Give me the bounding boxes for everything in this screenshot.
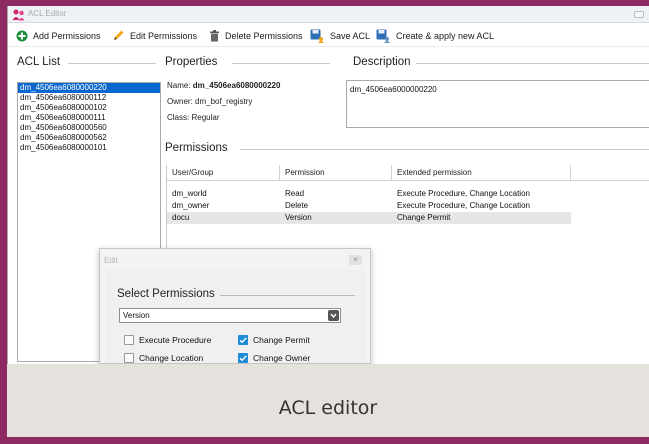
window-title: ACL Editor [28,9,67,18]
create-apply-acl-button[interactable]: Create & apply new ACL [376,28,494,43]
description-field[interactable]: dm_4506ea6000000220 [346,80,649,128]
acl-list-item[interactable]: dm_4506ea6080000101 [18,143,160,153]
acl-list-item[interactable]: dm_4506ea6080000562 [18,133,160,143]
close-button[interactable]: × [349,255,362,265]
name-property: Name: dm_4506ea6080000220 [167,81,280,90]
description-heading: Description [353,56,416,68]
properties-divider [232,63,330,64]
caption-panel: ACL editor [7,364,649,437]
change-location-checkbox[interactable]: Change Location [124,353,203,363]
delete-permissions-label: Delete Permissions [225,30,303,41]
permission-select-value: Version [123,311,150,320]
description-divider [413,63,649,64]
owner-property: Owner: dm_bof_registry [167,97,252,106]
owner-value: dm_bof_registry [195,97,253,106]
table-row[interactable]: docu Version Change Permit [167,212,571,224]
acl-list-item[interactable]: dm_4506ea6080000560 [18,123,160,133]
edit-permissions-button[interactable]: Edit Permissions [112,28,197,43]
execute-procedure-checkbox[interactable]: Execute Procedure [124,335,211,345]
column-header-extended-permission[interactable]: Extended permission [392,165,571,181]
permission-select[interactable]: Version [119,308,341,323]
toolbar: Add Permissions Edit Permissions Delete … [8,23,649,47]
extended-permission-cell: Execute Procedure, Change Location [397,189,530,198]
acl-list-heading: ACL List [17,56,66,68]
checkbox-label: Execute Procedure [139,335,212,345]
permissions-divider [240,149,649,150]
permission-cell: Read [285,189,305,198]
permission-cell: Delete [285,201,309,210]
acl-list-item[interactable]: dm_4506ea6080000111 [18,113,160,123]
checkbox-box[interactable] [238,335,248,345]
class-label: Class: [167,113,190,122]
chevron-down-icon[interactable] [328,310,339,321]
add-permissions-label: Add Permissions [33,30,101,41]
permissions-table-header: User/Group Permission Extended permissio… [167,165,649,181]
permissions-heading: Permissions [165,142,233,154]
checkbox-box[interactable] [124,335,134,345]
edit-dialog: Edit × Select Permissions Version Execut… [99,248,371,364]
change-permit-checkbox[interactable]: Change Permit [238,335,310,345]
save-acl-icon [310,29,324,43]
class-value: Regular [191,113,220,122]
acl-list-item[interactable]: dm_4506ea6080000220 [18,83,160,93]
trash-icon [210,29,219,41]
checkbox-box[interactable] [124,353,134,363]
acl-list-divider [68,63,156,64]
owner-label: Owner: [167,97,193,106]
acl-list-item[interactable]: dm_4506ea6080000102 [18,103,160,113]
select-permissions-heading: Select Permissions [117,288,215,300]
name-value: dm_4506ea6080000220 [192,81,281,90]
plus-circle-icon [16,30,28,41]
caption-text: ACL editor [278,397,378,419]
checkbox-label: Change Owner [253,353,311,363]
pencil-icon [114,30,124,40]
checkbox-label: Change Location [139,353,204,363]
save-acl-label: Save ACL [330,30,371,41]
acl-list-item[interactable]: dm_4506ea6080000112 [18,93,160,103]
add-permissions-button[interactable]: Add Permissions [16,28,101,43]
user-group-cell: docu [172,213,190,222]
title-bar: ACL Editor [8,6,649,23]
edit-permissions-label: Edit Permissions [130,30,198,41]
checkbox-label: Change Permit [253,335,310,345]
edit-dialog-title: Edit [104,256,118,265]
extended-permission-cell: Change Permit [397,213,451,222]
user-group-cell: dm_owner [172,201,210,210]
extended-permission-cell: Execute Procedure, Change Location [397,201,530,210]
checkbox-box[interactable] [238,353,248,363]
check-icon [239,355,247,362]
window-control-button[interactable] [634,11,644,18]
delete-permissions-button[interactable]: Delete Permissions [209,28,303,43]
name-label: Name: [167,81,191,90]
edit-dialog-body: Select Permissions Version Execute Proce… [106,269,366,363]
column-header-user-group[interactable]: User/Group [167,165,280,181]
table-row[interactable]: dm_world Read Execute Procedure, Change … [167,188,571,200]
acl-app-icon [12,9,25,21]
properties-heading: Properties [165,56,223,68]
user-group-cell: dm_world [172,189,207,198]
table-row[interactable]: dm_owner Delete Execute Procedure, Chang… [167,200,571,212]
acl-editor-window: ACL Editor Add Permissions Edit Permissi… [7,6,649,364]
create-apply-acl-label: Create & apply new ACL [396,30,495,41]
permission-cell: Version [285,213,312,222]
save-acl-button[interactable]: Save ACL [310,28,370,43]
change-owner-checkbox[interactable]: Change Owner [238,353,310,363]
class-property: Class: Regular [167,113,219,122]
select-permissions-divider [220,295,355,296]
check-icon [239,337,247,344]
column-header-permission[interactable]: Permission [280,165,392,181]
create-acl-icon [376,29,390,43]
